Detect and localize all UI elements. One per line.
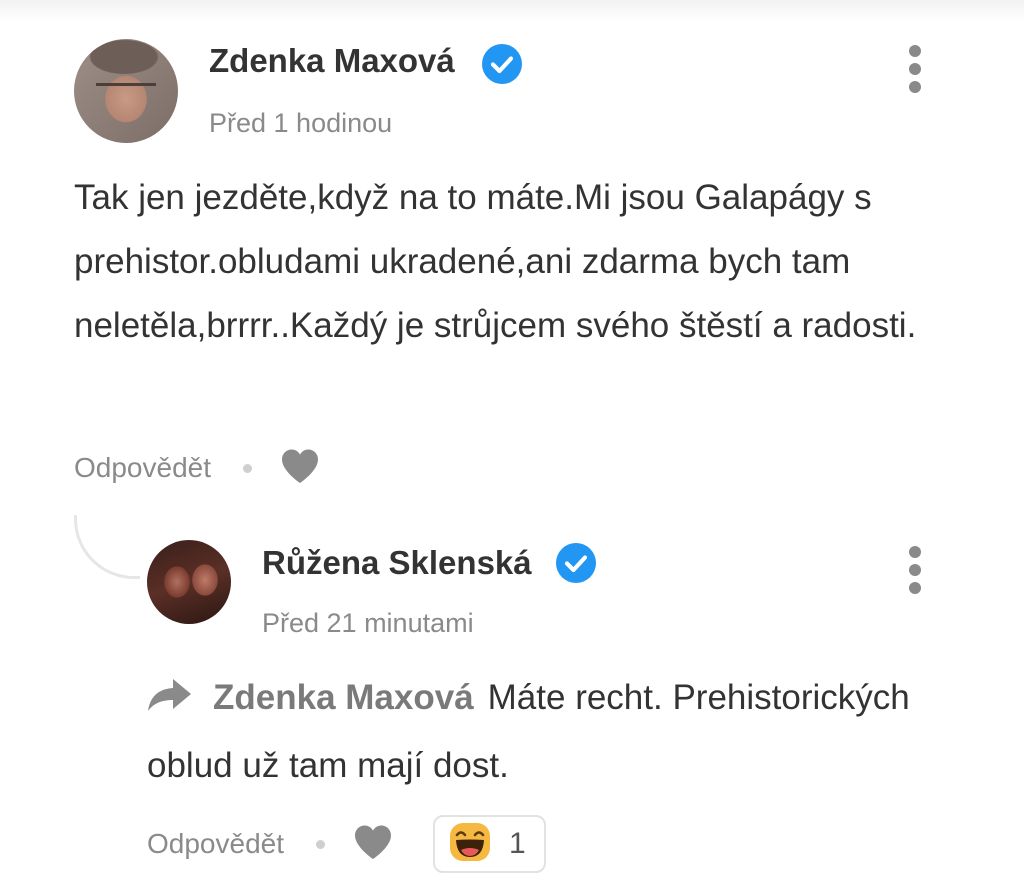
comment-timestamp: Před 1 hodinou bbox=[209, 108, 393, 138]
reply-link[interactable]: Odpovědět bbox=[74, 452, 211, 484]
reaction-button[interactable]: 1 bbox=[433, 815, 546, 873]
reply-text-block: Zdenka Maxová Máte recht. Prehistorických… bbox=[147, 666, 987, 798]
avatar[interactable] bbox=[74, 39, 178, 143]
reply-arrow-icon bbox=[147, 670, 193, 734]
mentioned-user[interactable]: Zdenka Maxová bbox=[213, 678, 474, 717]
avatar[interactable] bbox=[147, 540, 231, 624]
avatar-glasses bbox=[96, 83, 156, 102]
top-shade bbox=[0, 0, 1024, 22]
reaction-count: 1 bbox=[509, 827, 526, 860]
reply-timestamp: Před 21 minutami bbox=[262, 608, 474, 638]
laughing-face-icon bbox=[449, 822, 491, 867]
thread-connector bbox=[74, 515, 140, 579]
heart-icon[interactable] bbox=[353, 824, 393, 865]
separator-dot bbox=[243, 463, 252, 473]
more-options-icon[interactable] bbox=[900, 546, 930, 594]
more-options-icon[interactable] bbox=[900, 45, 930, 93]
verified-icon bbox=[482, 44, 522, 84]
comment-text: Tak jen jezděte,když na to máte.Mi jsou … bbox=[74, 178, 917, 345]
reply-link[interactable]: Odpovědět bbox=[147, 828, 284, 860]
verified-icon bbox=[556, 543, 596, 583]
comment-actions: Odpovědět bbox=[74, 443, 320, 493]
reply-actions: Odpovědět 1 bbox=[147, 815, 546, 873]
comment-author[interactable]: Zdenka Maxová bbox=[209, 42, 455, 80]
reply-author[interactable]: Růžena Sklenská bbox=[262, 544, 532, 582]
heart-icon[interactable] bbox=[280, 448, 320, 489]
separator-dot bbox=[316, 839, 325, 849]
